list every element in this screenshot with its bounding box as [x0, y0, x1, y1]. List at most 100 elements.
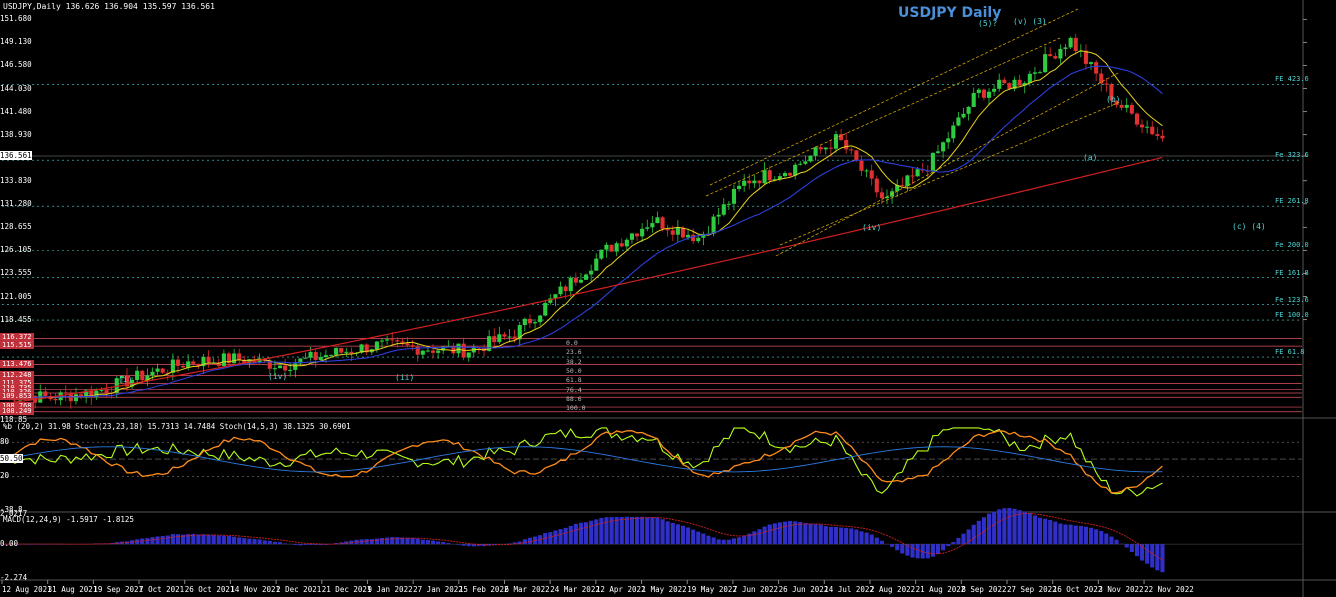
macd-histogram-bar: [716, 539, 721, 545]
trend-channel-line: [779, 101, 1121, 246]
candle-body: [502, 334, 507, 337]
macd-histogram-bar: [599, 518, 604, 545]
candle-body: [716, 214, 721, 217]
date-tick-label: 2 Dec 2021: [276, 585, 322, 594]
candle-body: [344, 351, 349, 353]
horizontal-level-label: 115.515: [0, 341, 34, 350]
candle-body: [864, 170, 869, 172]
price-tick-label: 131.280: [0, 198, 32, 208]
candle-body: [1002, 79, 1007, 84]
candle-body: [583, 274, 589, 280]
stoch-tick-label: 118.85: [0, 415, 28, 424]
date-tick-label: 15 Feb 2022: [458, 585, 509, 594]
retracement-label: 38.2: [566, 357, 582, 366]
chart-canvas[interactable]: [0, 0, 1336, 597]
macd-histogram-bar: [798, 522, 803, 545]
candle-body: [971, 92, 976, 107]
macd-histogram-bar: [1134, 544, 1139, 557]
macd-histogram-bar: [614, 516, 619, 545]
candle-body: [910, 175, 915, 177]
candle-body: [1068, 37, 1073, 48]
macd-histogram-bar: [788, 520, 793, 545]
candle-body: [1058, 48, 1063, 59]
candle-body: [941, 142, 946, 152]
macd-histogram-bar: [915, 544, 920, 559]
macd-histogram-bar: [1104, 533, 1109, 545]
macd-histogram-bar: [925, 544, 930, 559]
macd-histogram-bar: [803, 523, 808, 545]
macd-histogram-bar: [767, 524, 772, 545]
macd-histogram-bar: [833, 526, 839, 545]
date-tick-label: 31 Aug 2021: [47, 585, 98, 594]
price-tick-label: 144.030: [0, 83, 32, 93]
candle-body: [747, 180, 752, 184]
wave-label: (ii): [395, 373, 415, 382]
retracement-label: 23.6: [566, 348, 582, 357]
macd-histogram-bar: [232, 536, 237, 545]
macd-histogram-bar: [1150, 544, 1155, 568]
date-tick-label: 16 Oct 2022: [1052, 585, 1103, 594]
date-tick-label: 26 Oct 2021: [184, 585, 235, 594]
macd-histogram-bar: [828, 526, 833, 545]
candle-body: [430, 350, 436, 353]
horizontal-level-label: 108.249: [0, 406, 34, 415]
candle-body: [456, 343, 461, 354]
macd-histogram-bar: [686, 527, 691, 545]
candle-body: [614, 243, 619, 252]
candle-body: [915, 169, 920, 177]
stoch-main-line: [4, 427, 1163, 497]
macd-histogram-bar: [1037, 517, 1043, 545]
macd-histogram-bar: [201, 534, 206, 545]
macd-histogram-bar: [1063, 524, 1068, 545]
macd-histogram-bar: [737, 537, 742, 545]
fib-level-label: FE 161.8: [1275, 268, 1309, 277]
macd-histogram-bar: [410, 537, 415, 545]
macd-histogram-bar: [869, 534, 874, 545]
candle-body: [293, 363, 298, 370]
candle-body: [1088, 62, 1094, 64]
macd-histogram-bar: [1007, 508, 1012, 545]
candle-body: [1150, 126, 1155, 135]
macd-histogram-bar: [415, 538, 420, 545]
candle-body: [436, 350, 441, 353]
candle-body: [951, 125, 956, 139]
date-tick-label: 1 May 2022: [641, 585, 687, 594]
price-tick-label: 141.480: [0, 106, 32, 116]
candle-body: [675, 227, 680, 235]
candle-body: [966, 106, 971, 114]
candle-body: [726, 203, 731, 205]
fib-level-label: FE 423.6: [1275, 75, 1309, 84]
macd-histogram-bar: [589, 520, 594, 545]
retracement-label: 76.4: [566, 385, 582, 394]
candle-body: [420, 350, 425, 355]
macd-histogram-bar: [369, 539, 374, 545]
macd-histogram-bar: [655, 517, 660, 545]
macd-histogram-bar: [252, 539, 257, 545]
candle-body: [961, 113, 966, 118]
date-tick-label: 7 Oct 2021: [139, 585, 185, 594]
retracement-label: 100.0: [566, 404, 586, 413]
date-tick-label: 12 Apr 2022: [595, 585, 646, 594]
horizontal-level-label: 113.476: [0, 359, 34, 368]
candle-body: [53, 398, 58, 401]
fib-level-label: Fe 123.6: [1275, 295, 1309, 304]
candle-body: [374, 341, 379, 350]
candle-body: [563, 286, 568, 292]
macd-histogram-bar: [1145, 544, 1150, 564]
wave-label: (5)?: [978, 19, 998, 28]
candle-body: [135, 370, 140, 380]
candle-body: [1155, 134, 1160, 136]
macd-tick-label: 2.0217: [0, 509, 28, 518]
macd-histogram-bar: [731, 538, 737, 545]
candle-body: [731, 189, 737, 204]
candle-body: [997, 79, 1002, 89]
candle-body: [1073, 37, 1078, 52]
macd-histogram-bar: [762, 526, 767, 545]
macd-histogram-bar: [1114, 539, 1119, 545]
macd-histogram-bar: [670, 522, 675, 545]
macd-histogram-bar: [425, 540, 430, 545]
candle-body: [155, 368, 160, 372]
candle-body: [507, 336, 512, 338]
macd-histogram-bar: [813, 524, 818, 545]
macd-histogram-bar: [247, 538, 252, 545]
